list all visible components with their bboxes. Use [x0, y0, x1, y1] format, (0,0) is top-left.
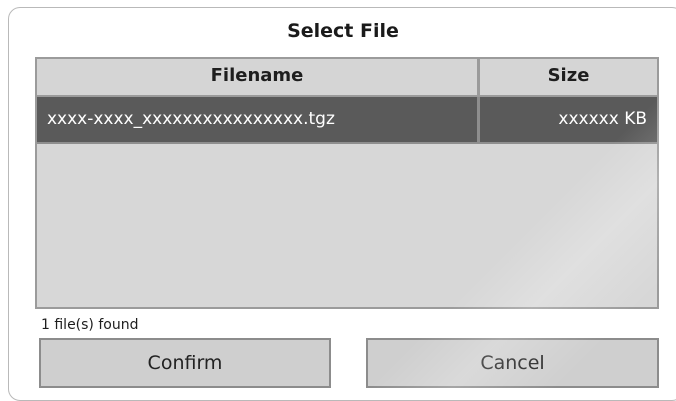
file-table: Filename Size xxxx-xxxx_xxxxxxxxxxxxxxxx… — [35, 57, 659, 309]
table-row[interactable]: xxxx-xxxx_xxxxxxxxxxxxxxxx.tgz xxxxxx KB — [37, 97, 657, 144]
dialog-title: Select File — [287, 20, 399, 42]
confirm-button[interactable]: Confirm — [39, 338, 331, 388]
cancel-button[interactable]: Cancel — [366, 338, 659, 388]
file-count-status: 1 file(s) found — [41, 317, 139, 333]
size-column-header[interactable]: Size — [480, 59, 657, 95]
filename-column-header[interactable]: Filename — [37, 59, 477, 95]
file-table-header: Filename Size — [37, 59, 657, 97]
size-cell: xxxxxx KB — [558, 109, 647, 129]
select-file-dialog: Select File Filename Size xxxx-xxxx_xxxx… — [8, 7, 676, 401]
filename-cell: xxxx-xxxx_xxxxxxxxxxxxxxxx.tgz — [47, 109, 335, 129]
